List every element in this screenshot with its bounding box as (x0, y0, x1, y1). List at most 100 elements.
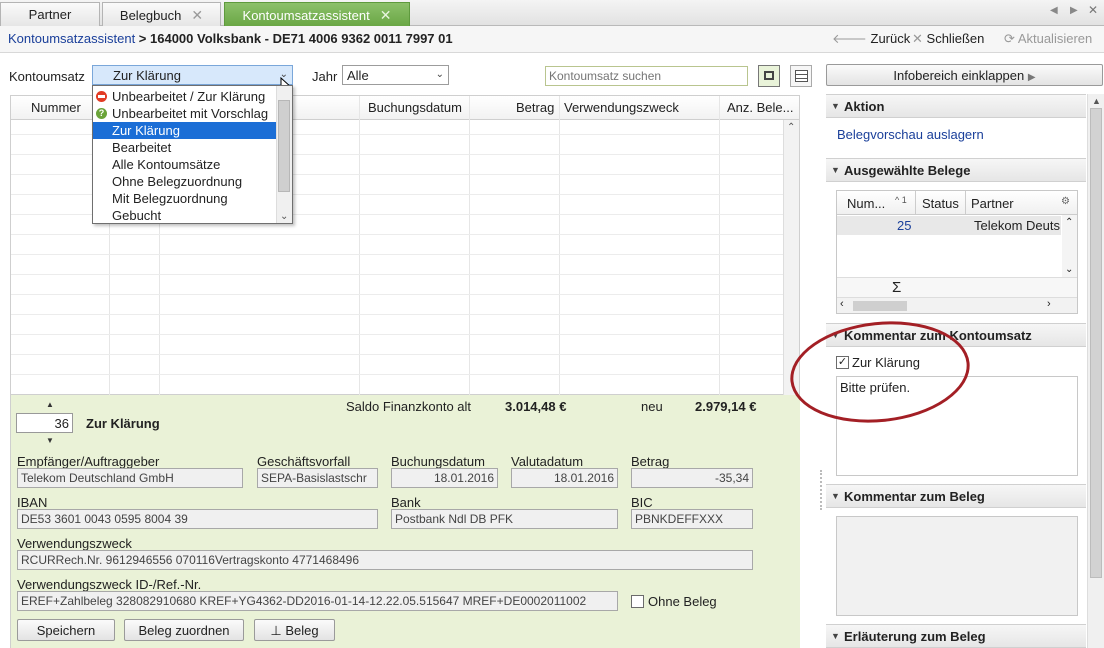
table-row (11, 334, 783, 335)
column-partner[interactable]: Partner (971, 196, 1014, 211)
table-row[interactable]: 25 Telekom Deuts (837, 216, 1061, 235)
section-ausgewaehlte-belege[interactable]: ▼ Ausgewählte Belege (826, 158, 1086, 182)
column-betrag[interactable]: Betrag (516, 100, 554, 115)
triangle-down-icon: ▼ (831, 101, 840, 111)
chevron-up-icon[interactable]: ⌃ (1065, 217, 1073, 228)
table-row (11, 294, 783, 295)
status-text: Zur Klärung (86, 416, 160, 431)
kontoumsatz-select[interactable]: Zur Klärung ⌄ (92, 65, 293, 85)
geschaeftsvorfall-field[interactable]: SEPA-Basislastschr (257, 468, 378, 488)
view-table-icon[interactable] (790, 65, 812, 87)
save-button[interactable]: Speichern (17, 619, 115, 641)
chevron-up-icon[interactable]: ⌃ (787, 122, 795, 133)
ohne-beleg-checkbox[interactable] (631, 595, 644, 608)
jahr-label: Jahr (312, 69, 338, 84)
column-buchungsdatum[interactable]: Buchungsdatum (368, 100, 462, 115)
chevron-right-icon[interactable]: › (1047, 298, 1051, 310)
bic-field[interactable]: PBNKDEFFXXX (631, 509, 753, 529)
info-panel-scrollbar[interactable]: ▲ (1087, 94, 1104, 648)
scroll-thumb[interactable] (1090, 108, 1102, 578)
chevron-down-icon[interactable]: ⌄ (1065, 264, 1073, 275)
jahr-select[interactable]: Alle ⌄ (342, 65, 449, 85)
bic-label: BIC (631, 495, 653, 510)
table-row (11, 374, 783, 375)
column-status[interactable]: Status (922, 196, 959, 211)
section-kommentar-beleg[interactable]: ▼ Kommentar zum Beleg (826, 484, 1086, 508)
view-detail-icon[interactable] (758, 65, 780, 87)
refresh-button[interactable]: ⟳ Aktualisieren (1004, 31, 1092, 47)
sort-indicator: ^ 1 (895, 195, 907, 205)
section-aktion[interactable]: ▼ Aktion (826, 94, 1086, 118)
scroll-thumb[interactable] (853, 301, 907, 311)
close-icon[interactable]: ✕ (191, 7, 203, 23)
beleg-button[interactable]: ⊥ Beleg (254, 619, 335, 641)
dropdown-option[interactable]: ? Unbearbeitet mit Vorschlag (93, 105, 277, 122)
back-button[interactable]: 🡐 Zurück (832, 31, 910, 47)
chevron-down-icon[interactable]: ⌄ (280, 211, 288, 222)
dropdown-option[interactable]: Alle Kontoumsätze (93, 156, 277, 173)
dropdown-option-selected[interactable]: Zur Klärung (93, 122, 277, 139)
buchungsdatum-label: Buchungsdatum (391, 454, 485, 469)
verwendungszweck-id-field[interactable]: EREF+Zahlbeleg 328082910680 KREF+YG4362-… (17, 591, 618, 611)
chevron-left-icon[interactable]: ‹ (840, 298, 844, 310)
table-scrollbar[interactable]: ⌃ ⌄ (1062, 215, 1077, 277)
iban-field[interactable]: DE53 3601 0043 0595 8004 39 (17, 509, 378, 529)
option-label: Gebucht (112, 208, 162, 223)
tab-label: Belegbuch (119, 8, 182, 23)
column-divider (359, 96, 360, 396)
tab-kontoumsatzassistent[interactable]: Kontoumsatzassistent ✕ (224, 2, 410, 26)
horizontal-scrollbar[interactable]: ‹ › (837, 297, 1077, 313)
arrow-left-icon: 🡐 (832, 31, 867, 46)
tab-scroll-left-icon[interactable]: ◀ (1050, 5, 1058, 16)
tab-partner[interactable]: Partner (0, 2, 100, 26)
section-erlaeuterung-beleg[interactable]: ▼ Erläuterung zum Beleg (826, 624, 1086, 648)
column-num[interactable]: Num... (847, 196, 885, 211)
dropdown-option[interactable]: Ohne Belegzuordnung (93, 173, 277, 190)
dropdown-option[interactable]: Mit Belegzuordnung (93, 190, 277, 207)
infobereich-button[interactable]: Infobereich einklappen ▶ (826, 64, 1103, 86)
dropdown-option[interactable]: Bearbeitet (93, 139, 277, 156)
bank-field[interactable]: Postbank Ndl DB PFK (391, 509, 618, 529)
buchungsdatum-field[interactable]: 18.01.2016 (391, 468, 498, 488)
triangle-up-icon[interactable]: ▲ (46, 400, 54, 409)
number-field[interactable]: 36 (16, 413, 73, 433)
tab-belegbuch[interactable]: Belegbuch ✕ (102, 2, 221, 26)
tab-bar: Partner Belegbuch ✕ Kontoumsatzassistent ✕… (0, 0, 1104, 26)
close-button[interactable]: ✕ Schließen (912, 31, 984, 47)
betrag-field[interactable]: -35,34 (631, 468, 753, 488)
kommentar-beleg-textarea[interactable] (836, 516, 1078, 616)
belegvorschau-link[interactable]: Belegvorschau auslagern (837, 127, 984, 142)
dropdown-scrollbar[interactable]: ⌄ (276, 86, 292, 223)
column-nummer[interactable]: Nummer (31, 100, 81, 115)
option-label: Mit Belegzuordnung (112, 191, 228, 206)
table-header: Num... ^ 1 Status Partner ⚙ (837, 191, 1077, 215)
splitter-grip[interactable] (820, 470, 822, 510)
back-label: Zurück (870, 31, 911, 46)
column-verwendungszweck[interactable]: Verwendungszweck (564, 100, 679, 115)
table-scrollbar[interactable]: ⌃ (783, 120, 799, 396)
search-input[interactable] (545, 66, 748, 86)
breadcrumb-link[interactable]: Kontoumsatzassistent (8, 31, 135, 46)
scroll-thumb[interactable] (278, 100, 290, 192)
column-settings-icon[interactable]: ⚙ (1061, 196, 1070, 207)
tab-scroll-right-icon[interactable]: ▶ (1070, 5, 1078, 16)
close-icon[interactable]: ✕ (380, 7, 392, 23)
beleg-partner: Telekom Deuts (974, 218, 1060, 233)
dropdown-option[interactable]: Gebucht (93, 207, 277, 224)
column-anz-belege[interactable]: Anz. Bele... (727, 100, 793, 115)
valutadatum-field[interactable]: 18.01.2016 (511, 468, 618, 488)
option-label: Unbearbeitet / Zur Klärung (112, 89, 266, 104)
tab-label: Partner (28, 7, 72, 22)
option-label: Zur Klärung (112, 123, 180, 138)
triangle-up-icon[interactable]: ▲ (1092, 96, 1101, 106)
verwendungszweck-field[interactable]: RCURRech.Nr. 9612946556 070116Vertragsko… (17, 550, 753, 570)
ohne-beleg-label: Ohne Beleg (648, 594, 717, 609)
empfaenger-field[interactable]: Telekom Deutschland GmbH (17, 468, 243, 488)
close-all-icon[interactable]: ✕ (1088, 3, 1098, 17)
sum-row: Σ (837, 277, 1077, 297)
table-row (11, 354, 783, 355)
triangle-down-icon[interactable]: ▼ (46, 436, 54, 445)
dropdown-option[interactable]: Unbearbeitet / Zur Klärung (93, 88, 277, 105)
assign-beleg-button[interactable]: Beleg zuordnen (124, 619, 244, 641)
triangle-down-icon: ▼ (831, 491, 840, 501)
